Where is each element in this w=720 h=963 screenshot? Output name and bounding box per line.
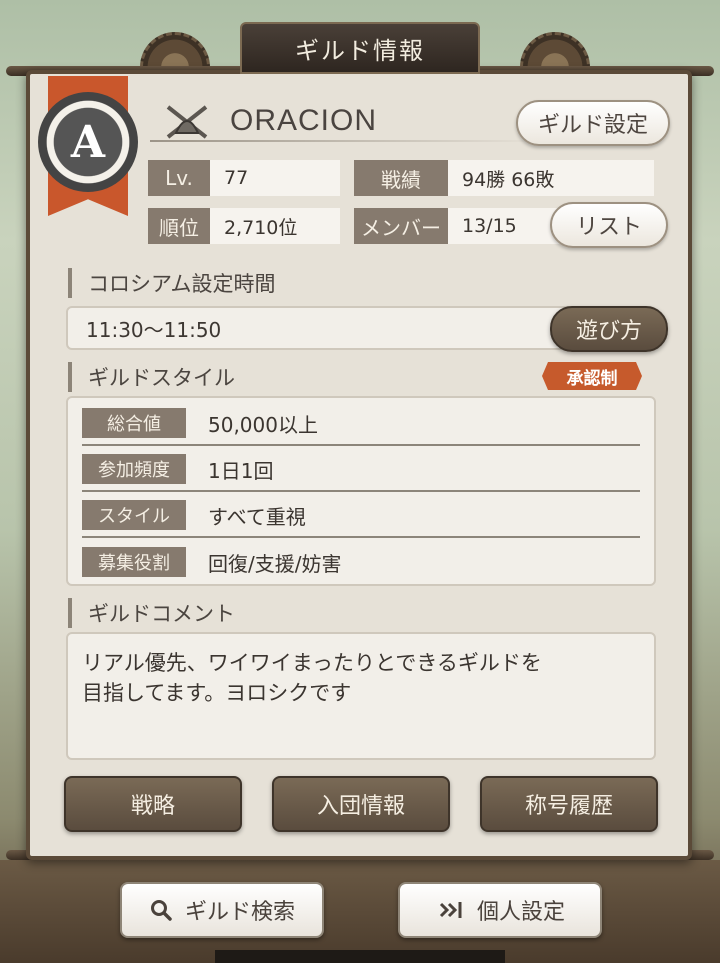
search-icon	[149, 898, 173, 922]
guild-search-label: ギルド検索	[184, 900, 295, 925]
enter-arrow-icon	[435, 899, 465, 921]
style-label: 総合値	[82, 408, 186, 438]
personal-settings-label: 個人設定	[476, 900, 565, 925]
background-floor	[0, 860, 720, 963]
comment-line: リアル優先、ワイワイまったりとできるギルドを	[82, 651, 542, 675]
guild-search-button[interactable]: ギルド検索	[120, 882, 324, 938]
approval-badge: 承認制	[542, 362, 642, 390]
style-row-roles: 募集役割 回復/支援/妨害	[82, 540, 640, 584]
record-value: 94勝 66敗	[448, 160, 654, 196]
guild-name: ORACION	[230, 104, 378, 137]
join-info-button[interactable]: 入団情報	[272, 776, 450, 832]
name-underline	[150, 140, 540, 142]
style-value: 50,000以上	[208, 412, 318, 437]
style-row-frequency: 参加頻度 1日1回	[82, 448, 640, 492]
personal-settings-button[interactable]: 個人設定	[398, 882, 602, 938]
background-strip	[215, 950, 505, 963]
level-value: 77	[210, 160, 340, 196]
crossed-swords-helmet-icon	[162, 102, 212, 142]
how-to-play-button[interactable]: 遊び方	[550, 306, 668, 352]
member-list-button[interactable]: リスト	[550, 202, 668, 248]
style-value: 1日1回	[208, 458, 274, 483]
guild-comment-title: ギルドコメント	[68, 598, 235, 628]
style-label: 募集役割	[82, 547, 186, 577]
rank-label: 順位	[148, 208, 210, 244]
level-label: Lv.	[148, 160, 210, 196]
style-value: すべて重視	[208, 504, 306, 529]
style-label: 参加頻度	[82, 454, 186, 484]
comment-line: 目指してます。ヨロシクです	[82, 681, 352, 705]
title-history-button[interactable]: 称号履歴	[480, 776, 658, 832]
colosseum-time-title: コロシアム設定時間	[68, 268, 276, 298]
window-title: ギルド情報	[240, 22, 480, 74]
guild-settings-button[interactable]: ギルド設定	[516, 100, 670, 146]
style-row-total: 総合値 50,000以上	[82, 402, 640, 446]
style-label: スタイル	[82, 500, 186, 530]
style-row-style: スタイル すべて重視	[82, 494, 640, 538]
style-value: 回復/支援/妨害	[208, 551, 342, 576]
rank-value: 2,710位	[210, 208, 340, 244]
colosseum-time-value: 11:30〜11:50	[86, 317, 222, 342]
record-label: 戦績	[354, 160, 448, 196]
guild-style-box: 総合値 50,000以上 参加頻度 1日1回 スタイル すべて重視 募集役割 回…	[66, 396, 656, 586]
guild-comment-box: リアル優先、ワイワイまったりとできるギルドを 目指してます。ヨロシクです	[66, 632, 656, 760]
members-label: メンバー	[354, 208, 448, 244]
guild-rank-emblem: A	[38, 92, 138, 192]
strategy-button[interactable]: 戦略	[64, 776, 242, 832]
guild-style-title: ギルドスタイル	[68, 362, 235, 392]
